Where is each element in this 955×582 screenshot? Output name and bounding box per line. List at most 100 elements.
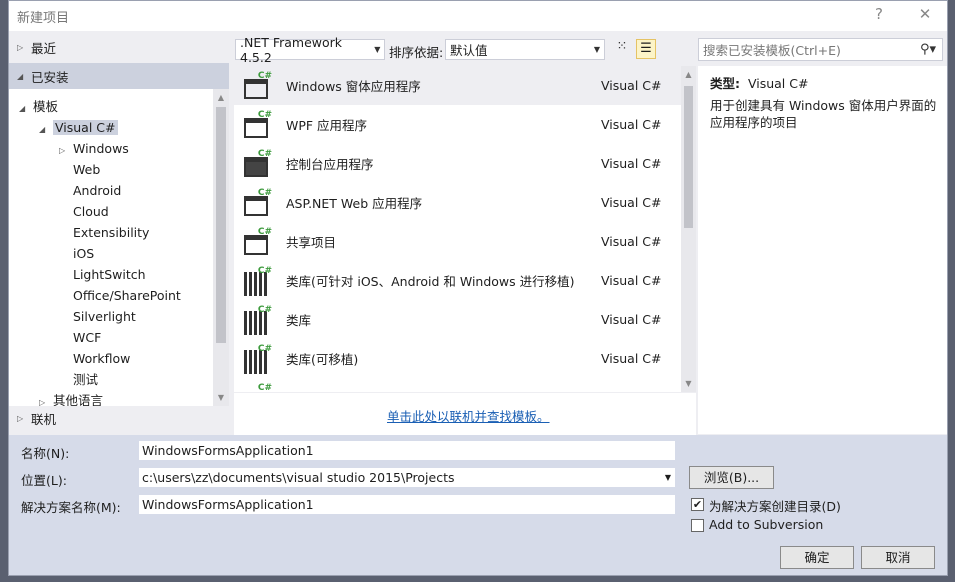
search-placeholder: 搜索已安装模板(Ctrl+E) <box>703 43 841 58</box>
tree-item[interactable]: Android <box>73 181 121 201</box>
template-row[interactable]: C# 类库(可移植) Visual C# <box>234 339 681 378</box>
template-row[interactable]: C# 共享项目 Visual C# <box>234 222 681 261</box>
web-icon: C# <box>242 188 272 218</box>
chevron-down-icon: ▼ <box>593 45 601 54</box>
template-row[interactable]: C# Windows 窗体应用程序 Visual C# <box>234 66 681 105</box>
framework-select[interactable]: .NET Framework 4.5.2 ▼ <box>235 35 385 65</box>
template-language: Visual C# <box>601 234 662 249</box>
create-dir-checkbox[interactable]: ✔ <box>691 498 704 511</box>
library-icon: C# <box>242 305 272 335</box>
scroll-up-icon[interactable]: ▲ <box>213 93 229 102</box>
nav-recent[interactable]: ▷ 最近 <box>9 36 229 58</box>
nav-online-label: 联机 <box>31 411 57 427</box>
template-language: Visual C# <box>601 156 662 171</box>
shared-icon: C# <box>242 227 272 257</box>
tree-item[interactable]: Silverlight <box>73 307 136 327</box>
console-icon: C# <box>242 149 272 179</box>
tree-item-windows[interactable]: ▷ Windows <box>59 139 129 159</box>
template-name: 类库(可移植) <box>286 352 359 367</box>
collapse-icon: ◢ <box>19 104 26 113</box>
tree-item[interactable]: LightSwitch <box>73 265 146 285</box>
help-button[interactable]: ? <box>865 5 893 27</box>
tree-item[interactable]: 测试 <box>73 370 98 390</box>
template-row[interactable]: C# WPF 应用程序 Visual C# <box>234 105 681 144</box>
cancel-button[interactable]: 取消 <box>861 546 935 569</box>
tree-label: 模板 <box>33 99 59 114</box>
template-name: WPF 应用程序 <box>286 118 368 133</box>
close-button[interactable]: ✕ <box>911 5 939 27</box>
template-row[interactable]: C# ASP.NET Web 应用程序 Visual C# <box>234 183 681 222</box>
template-name: 类库(可针对 iOS、Android 和 Windows 进行移植) <box>286 274 575 289</box>
location-input[interactable]: c:\users\zz\documents\visual studio 2015… <box>139 468 675 487</box>
list-scrollbar[interactable]: ▲ ▼ <box>681 66 696 392</box>
template-list: C# Windows 窗体应用程序 Visual C# C# WPF 应用程序 Visua… <box>234 66 696 392</box>
template-name: 类库 <box>286 313 312 328</box>
template-language: Visual C# <box>601 78 662 93</box>
nav-installed-label: 已安装 <box>31 69 69 85</box>
location-label: 位置(L): <box>21 473 67 488</box>
solution-label: 解决方案名称(M): <box>21 500 121 515</box>
template-icon: C# <box>257 382 272 393</box>
template-row-partial[interactable]: C# <box>234 378 681 393</box>
list-view-icon[interactable]: ☰ <box>636 39 656 59</box>
nav-installed[interactable]: ◢ 已安装 <box>9 63 229 89</box>
sort-select[interactable]: 默认值 ▼ <box>445 39 605 60</box>
template-row[interactable]: C# 类库 Visual C# <box>234 300 681 339</box>
tree-item[interactable]: WCF <box>73 328 101 348</box>
subversion-label: Add to Subversion <box>709 517 824 532</box>
chevron-down-icon[interactable]: ▼ <box>665 468 671 487</box>
project-form: 名称(N): WindowsFormsApplication1 位置(L): c… <box>9 435 947 575</box>
name-input[interactable]: WindowsFormsApplication1 <box>139 441 675 460</box>
template-language: Visual C# <box>601 351 662 366</box>
framework-value: .NET Framework 4.5.2 <box>240 34 343 65</box>
scroll-down-icon[interactable]: ▼ <box>681 379 696 388</box>
tree-label: Visual C# <box>53 120 118 135</box>
template-tree: ◢ 模板 ◢ Visual C# ▷ Windows Web Android Cloud E… <box>9 89 229 406</box>
template-row[interactable]: C# 控制台应用程序 Visual C# <box>234 144 681 183</box>
library-icon: C# <box>242 266 272 296</box>
template-row[interactable]: C# 类库(可针对 iOS、Android 和 Windows 进行移植) Visu… <box>234 261 681 300</box>
template-language: Visual C# <box>601 117 662 132</box>
sort-value: 默认值 <box>450 43 488 58</box>
search-icon[interactable]: ⚲▾ <box>914 42 942 57</box>
solution-input[interactable]: WindowsFormsApplication1 <box>139 495 675 514</box>
new-project-dialog: 新建项目 ? ✕ ▷ 最近 ◢ 已安装 ◢ 模板 ◢ Visual C# ▷ Window… <box>8 0 948 576</box>
nav-online[interactable]: ▷ 联机 <box>9 407 229 429</box>
template-name: 控制台应用程序 <box>286 157 374 172</box>
template-name: 共享项目 <box>286 235 337 250</box>
small-icons-view-icon[interactable]: ⁙ <box>612 39 632 59</box>
tree-item-templates[interactable]: ◢ 模板 <box>19 97 58 117</box>
tree-item[interactable]: Extensibility <box>73 223 149 243</box>
tree-item-visual-csharp[interactable]: ◢ Visual C# <box>39 118 118 138</box>
collapse-icon: ◢ <box>17 71 24 81</box>
template-name: Windows 窗体应用程序 <box>286 79 421 94</box>
winforms-icon: C# <box>242 71 272 101</box>
tree-item[interactable]: Office/SharePoint <box>73 286 181 306</box>
tree-item[interactable]: Workflow <box>73 349 130 369</box>
online-templates-link[interactable]: 单击此处以联机并查找模板。 <box>387 406 550 425</box>
tree-item[interactable]: Web <box>73 160 100 180</box>
subversion-checkbox[interactable] <box>691 519 704 532</box>
title-bar: 新建项目 ? ✕ <box>9 1 947 31</box>
expand-icon: ▷ <box>59 146 66 155</box>
scroll-thumb[interactable] <box>216 107 226 343</box>
tree-item[interactable]: iOS <box>73 244 94 264</box>
location-value: c:\users\zz\documents\visual studio 2015… <box>142 470 455 485</box>
expand-icon: ▷ <box>17 42 24 52</box>
template-language: Visual C# <box>601 195 662 210</box>
browse-button[interactable]: 浏览(B)... <box>689 466 774 489</box>
type-label: 类型: <box>710 76 740 91</box>
create-dir-label: 为解决方案创建目录(D) <box>709 499 841 514</box>
scroll-down-icon[interactable]: ▼ <box>213 393 229 402</box>
ok-button[interactable]: 确定 <box>780 546 854 569</box>
tree-label: 其他语言 <box>53 393 104 406</box>
scroll-thumb[interactable] <box>684 86 693 228</box>
dialog-title: 新建项目 <box>17 11 70 26</box>
scroll-up-icon[interactable]: ▲ <box>681 70 696 79</box>
library-icon: C# <box>242 344 272 374</box>
collapse-icon: ◢ <box>39 125 46 134</box>
tree-item[interactable]: Cloud <box>73 202 109 222</box>
tree-scrollbar[interactable]: ▲ ▼ <box>213 89 229 406</box>
search-input[interactable]: 搜索已安装模板(Ctrl+E) ⚲▾ <box>698 38 943 61</box>
tree-item-other-languages[interactable]: ▷ 其他语言 <box>39 391 103 406</box>
